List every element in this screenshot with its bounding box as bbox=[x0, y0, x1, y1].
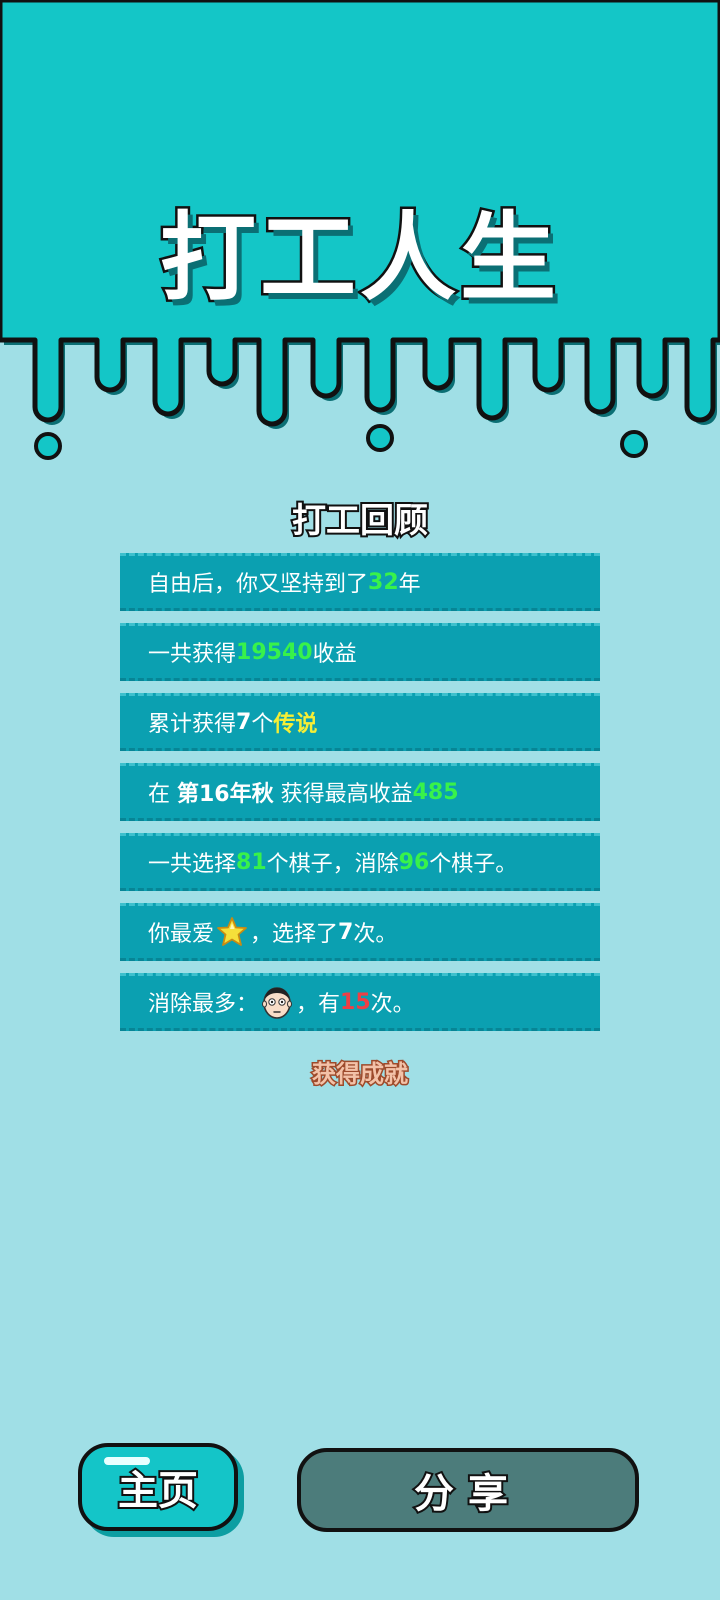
stat-best-income: 在 第16年秋 获得最高收益 485 bbox=[120, 763, 600, 821]
droplet bbox=[34, 432, 62, 460]
legend-count: 7 bbox=[236, 709, 252, 735]
stat-legends: 累计获得 7 个传说 bbox=[120, 693, 600, 751]
stat-text: ，有 bbox=[296, 992, 341, 1017]
home-button[interactable]: 主页 bbox=[78, 1443, 238, 1531]
stat-text: 一共选择 bbox=[148, 852, 237, 877]
most-eliminated-count: 15 bbox=[340, 989, 371, 1015]
earnings-value: 19540 bbox=[236, 639, 313, 665]
selected-count: 81 bbox=[236, 849, 267, 875]
droplet bbox=[620, 430, 648, 458]
stat-most-eliminated: 消除最多： ，有 15 次。 bbox=[120, 973, 600, 1031]
stat-text: 次。 bbox=[353, 922, 398, 947]
stat-text: 次。 bbox=[370, 992, 415, 1017]
stat-favorite: 你最爱 ，选择了 7 次。 bbox=[120, 903, 600, 961]
stat-text: 个棋子。 bbox=[429, 852, 518, 877]
game-title: 打工人生 bbox=[158, 200, 560, 317]
stats-list: 自由后，你又坚持到了 32 年 一共获得 19540 收益 累计获得 7 个传说 在 第16… bbox=[120, 553, 600, 1043]
stat-text: 消除最多： bbox=[148, 992, 259, 1017]
stat-text: 个棋子，消除 bbox=[266, 852, 399, 877]
best-income-value: 485 bbox=[412, 779, 459, 805]
face-icon bbox=[262, 987, 293, 1019]
stat-years: 自由后，你又坚持到了 32 年 bbox=[120, 553, 600, 611]
home-button-label: 主页 bbox=[116, 1466, 200, 1516]
review-title: 打工回顾 bbox=[290, 499, 430, 543]
star-icon bbox=[217, 917, 247, 946]
stat-earnings: 一共获得 19540 收益 bbox=[120, 623, 600, 681]
legend-label: 传说 bbox=[273, 712, 318, 737]
stat-text: 自由后，你又坚持到了 bbox=[148, 572, 369, 597]
stat-text: 一共获得 bbox=[148, 642, 237, 667]
stat-text: 在 bbox=[148, 782, 177, 807]
stat-text: 年 bbox=[398, 572, 421, 597]
stat-text: 累计获得 bbox=[148, 712, 237, 737]
share-button-label: 分享 bbox=[412, 1469, 522, 1519]
stat-text: 收益 bbox=[312, 642, 357, 667]
stat-text: 个 bbox=[251, 712, 274, 737]
achievements-link[interactable]: 获得成就 bbox=[0, 1054, 720, 1090]
droplet bbox=[366, 424, 394, 452]
share-button[interactable]: 分享 bbox=[297, 1448, 639, 1532]
stat-pieces: 一共选择 81 个棋子，消除 96 个棋子。 bbox=[120, 833, 600, 891]
best-period: 第16年秋 bbox=[177, 782, 274, 807]
stat-text: ，选择了 bbox=[250, 922, 339, 947]
eliminated-count: 96 bbox=[398, 849, 430, 875]
stat-text: 你最爱 bbox=[148, 922, 215, 947]
years-value: 32 bbox=[368, 569, 399, 595]
button-shine bbox=[104, 1457, 150, 1465]
favorite-count: 7 bbox=[338, 919, 354, 945]
stat-text: 获得最高收益 bbox=[273, 782, 413, 807]
